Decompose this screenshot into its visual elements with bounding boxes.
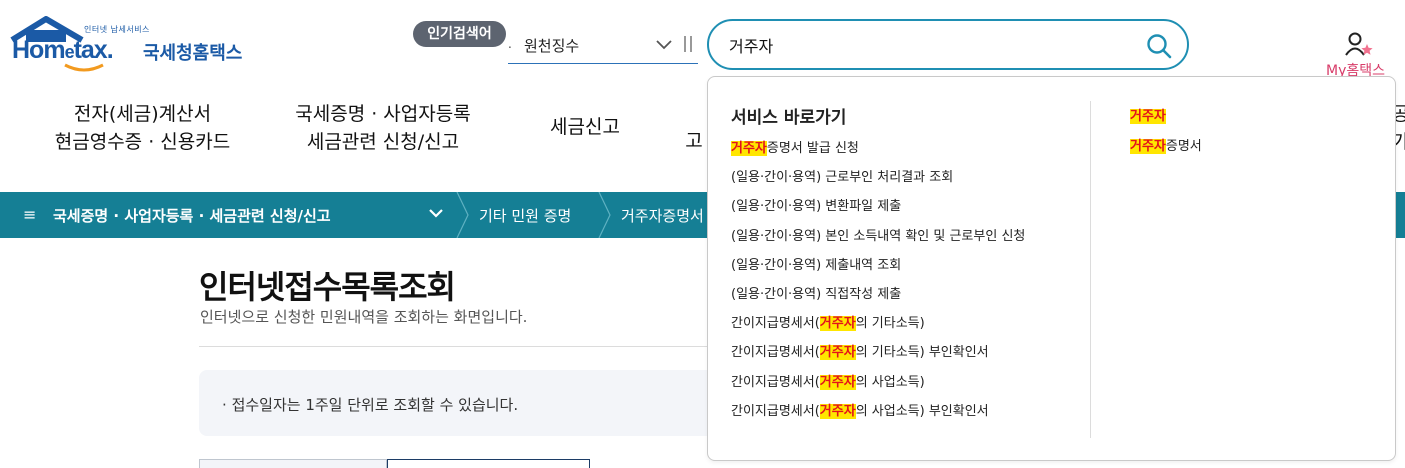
service-shortcut-item[interactable]: (일용·간이·용역) 직접작성 제출: [731, 285, 1025, 314]
pause-icon[interactable]: [684, 36, 692, 52]
divider: [199, 346, 719, 347]
service-shortcut-item[interactable]: (일용·간이·용역) 제출내역 조회: [731, 256, 1025, 285]
service-shortcut-item[interactable]: (일용·간이·용역) 본인 소득내역 확인 및 근로부인 신청: [731, 227, 1025, 256]
search-icon[interactable]: [1145, 32, 1173, 60]
breadcrumb-separator-icon: [598, 192, 611, 238]
tab-left[interactable]: [199, 459, 387, 468]
chevron-down-icon: [656, 40, 672, 50]
keyword-suggestion-item[interactable]: 거주자증명서: [1130, 137, 1202, 167]
service-shortcut-item[interactable]: (일용·간이·용역) 변환파일 제출: [731, 197, 1025, 226]
popular-search-dot: .: [508, 37, 512, 51]
popular-search-value: 원천징수: [524, 37, 580, 55]
breadcrumb-level3[interactable]: 거주자증명서: [621, 205, 704, 226]
search-autocomplete-panel: 서비스 바로가기 거주자증명서 발급 신청 (일용·간이·용역) 근로부인 처리…: [707, 76, 1396, 461]
page-description: 인터넷으로 신청한 민원내역을 조회하는 화면입니다.: [200, 308, 528, 326]
service-shortcut-item[interactable]: 거주자증명서 발급 신청: [731, 139, 1025, 168]
page-title: 인터넷접수목록조회: [199, 268, 456, 306]
logo-swoosh-icon: [64, 63, 104, 72]
gnb-e-invoice-line1: 전자(세금)계산서: [73, 103, 212, 125]
search-box: [707, 19, 1189, 70]
service-shortcut-list: 거주자증명서 발급 신청 (일용·간이·용역) 근로부인 처리결과 조회 (일용…: [731, 139, 1025, 431]
autocomplete-section-title: 서비스 바로가기: [731, 108, 847, 128]
logo-korean-name: 국세청홈택스: [143, 43, 243, 64]
notice-bullet: ·: [222, 396, 227, 414]
search-input[interactable]: [729, 33, 1129, 57]
logo-tagline: 인터넷 납세서비스: [84, 25, 150, 34]
tab-right[interactable]: [387, 459, 590, 468]
breadcrumb-separator-icon: [456, 192, 469, 238]
gnb-item-partial[interactable]: 고: [684, 127, 704, 155]
gnb-e-invoice[interactable]: 전자(세금)계산서 현금영수증 · 신용카드: [30, 100, 255, 156]
service-shortcut-item[interactable]: 간이지급명세서(거주자의 사업소득): [731, 373, 1025, 402]
gnb-e-invoice-line2: 현금영수증 · 신용카드: [54, 131, 231, 153]
breadcrumb-level2[interactable]: 기타 민원 증명: [479, 205, 571, 226]
keyword-suggestion-item[interactable]: 거주자: [1130, 107, 1202, 137]
menu-icon[interactable]: ≡: [23, 205, 36, 224]
logo-wordmark: Hometax.: [12, 36, 114, 64]
gnb-certificates-line1: 국세증명 · 사업자등록: [295, 103, 471, 125]
service-shortcut-item[interactable]: (일용·간이·용역) 근로부인 처리결과 조회: [731, 168, 1025, 197]
gnb-tax-return[interactable]: 세금신고: [530, 113, 640, 141]
keyword-suggestion-list: 거주자 거주자증명서: [1130, 107, 1202, 167]
notice-text: · 접수일자는 1주일 단위로 조회할 수 있습니다.: [222, 394, 518, 415]
notice-message: 접수일자는 1주일 단위로 조회할 수 있습니다.: [231, 396, 519, 414]
chevron-down-icon[interactable]: [428, 208, 444, 220]
gnb-certificates-line2: 세금관련 신청/신고: [306, 131, 460, 153]
service-shortcut-item[interactable]: 간이지급명세서(거주자의 기타소득): [731, 314, 1025, 343]
service-shortcut-item[interactable]: 간이지급명세서(거주자의 기타소득) 부인확인서: [731, 343, 1025, 372]
hometax-logo[interactable]: 인터넷 납세서비스 Hometax. 국세청홈택스: [10, 16, 260, 76]
autocomplete-divider: [1090, 101, 1091, 438]
service-shortcut-item[interactable]: 간이지급명세서(거주자의 사업소득) 부인확인서: [731, 402, 1025, 431]
notice-box: · 접수일자는 1주일 단위로 조회할 수 있습니다.: [199, 370, 719, 436]
gnb-certificates[interactable]: 국세증명 · 사업자등록 세금관련 신청/신고: [272, 100, 494, 156]
popular-search-select[interactable]: 원천징수: [508, 30, 698, 64]
user-star-icon[interactable]: [1345, 31, 1375, 57]
popular-search-badge: 인기검색어: [413, 21, 506, 47]
breadcrumb-level1[interactable]: 국세증명 · 사업자등록 · 세금관련 신청/신고: [53, 205, 331, 226]
